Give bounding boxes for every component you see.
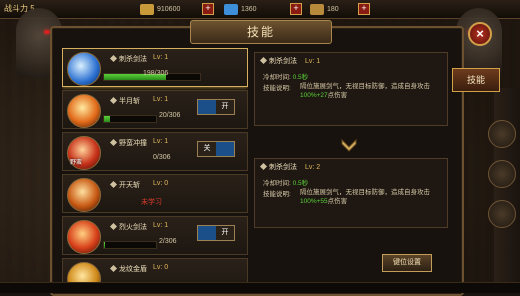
tab-skills[interactable]: 技能 — [452, 68, 500, 92]
skill-detail-next: 刺杀剑法 Lv: 2 冷却时间: 0.5秒 技能说明: 隔位施展剑气，无视目标防御… — [254, 158, 448, 228]
right-side-rail — [494, 88, 520, 288]
gold-resource: 910600 — [140, 3, 180, 15]
sky-splitting-slash-icon — [67, 178, 101, 212]
add-coin-button[interactable]: + — [358, 3, 370, 15]
skill-row-yeman[interactable]: 野蛮 野蛮冲撞 Lv: 1 0/306 关 — [62, 132, 248, 171]
coin-icon — [310, 3, 324, 15]
window-title: 技能 — [190, 20, 332, 44]
upgrade-arrow-icon — [341, 138, 357, 152]
skill-row-banyue[interactable]: 半月斩 Lv: 1 20/306 开 — [62, 90, 248, 129]
gold-icon — [140, 3, 154, 15]
coin-resource: 180 — [310, 3, 339, 15]
skill-list: 刺杀剑法 Lv: 1 198/306 半月斩 Lv: 1 20/306 开 野蛮… — [62, 48, 248, 292]
skill-description: 隔位施展剑气，无视目标防御，造成自身攻击100%+55点伤害 — [300, 189, 430, 205]
half-moon-slash-icon — [67, 94, 101, 128]
side-menu-button[interactable] — [488, 120, 516, 148]
skill-detail-current: 刺杀剑法 Lv: 1 冷却时间: 0.5秒 技能说明: 隔位施展剑气，无视目标防御… — [254, 52, 448, 126]
side-menu-button[interactable] — [488, 200, 516, 228]
skill-progress-bar — [103, 115, 157, 123]
skill-row-cisha[interactable]: 刺杀剑法 Lv: 1 198/306 — [62, 48, 248, 87]
skill-progress-bar — [103, 241, 157, 249]
skill-row-kaitian[interactable]: 开天斩 Lv: 0 未学习 — [62, 174, 248, 213]
not-learned-label: 未学习 — [141, 199, 162, 206]
close-button[interactable]: × — [468, 22, 492, 46]
blazing-sword-icon — [67, 220, 101, 254]
add-gold-button[interactable]: + — [202, 3, 214, 15]
diamond-icon — [224, 3, 238, 15]
sword-thrust-icon — [67, 52, 101, 86]
skill-description: 隔位施展剑气，无视目标防御，造成自身攻击100%+27点伤害 — [300, 83, 430, 99]
skill-row-liehuo[interactable]: 烈火剑法 Lv: 1 2/306 开 — [62, 216, 248, 255]
add-diamond-button[interactable]: + — [290, 3, 302, 15]
skill-toggle[interactable]: 关 — [197, 141, 235, 157]
diamond-resource: 1360 — [224, 3, 257, 15]
skill-toggle[interactable]: 开 — [197, 225, 235, 241]
savage-charge-icon: 野蛮 — [67, 136, 101, 170]
top-status-bar: 战斗力 5 910600 + 1360 + 180 + — [0, 0, 520, 19]
skill-toggle[interactable]: 开 — [197, 99, 235, 115]
bottom-bar — [0, 282, 520, 293]
keybind-settings-button[interactable]: 键位设置 — [382, 254, 432, 272]
side-menu-button[interactable] — [488, 160, 516, 188]
